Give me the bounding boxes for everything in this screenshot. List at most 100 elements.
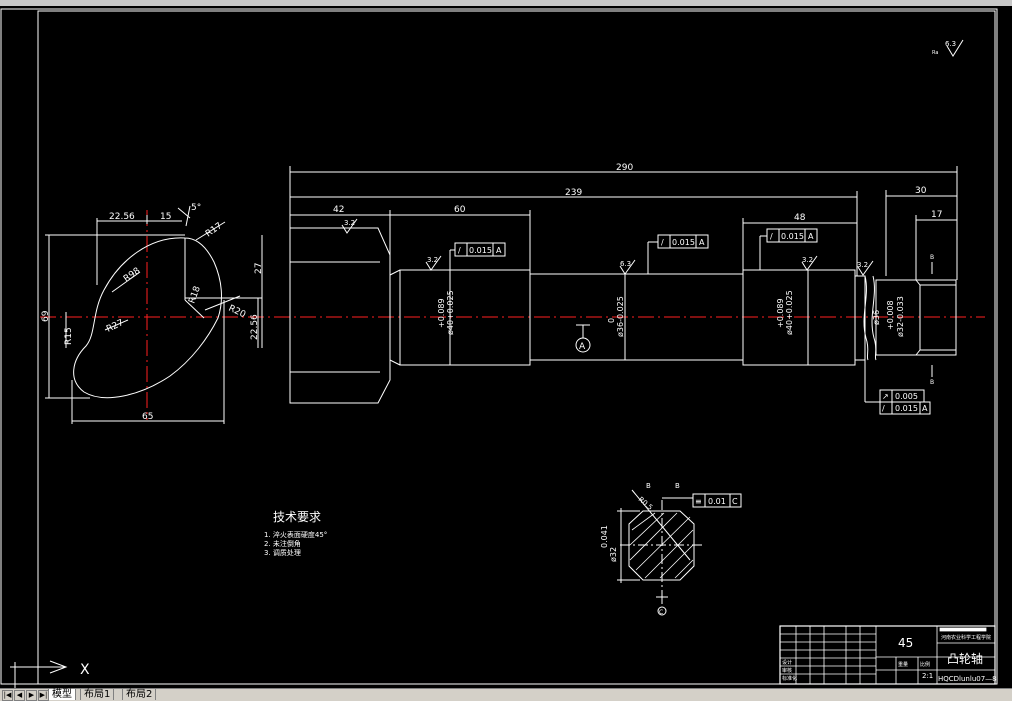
svg-text:A: A <box>579 342 586 352</box>
title-scale: 2:1 <box>922 672 933 680</box>
cam-dim-22-56-right: 22.56 <box>250 314 260 340</box>
tolerance-frame-1: / 0.015 A <box>449 242 506 270</box>
svg-text:0.015: 0.015 <box>469 246 492 255</box>
dia-left-journal-tol: +0.089 <box>437 298 446 328</box>
dia-left-journal: ø40+0.025 <box>446 290 455 335</box>
tab-model[interactable]: 模型 <box>48 689 76 700</box>
svg-text:/: / <box>661 238 664 247</box>
cam-dim-15: 15 <box>160 212 171 222</box>
tab-layout1[interactable]: 布局1 <box>80 689 115 700</box>
title-material: 45 <box>898 636 913 650</box>
title-part-name: 凸轮轴 <box>947 651 983 666</box>
cam-dim-r27: R27 <box>105 318 125 335</box>
tech-req-item: 3. 调质处理 <box>264 548 301 557</box>
svg-text:A: A <box>699 238 705 247</box>
cam-dim-angle-5: 5° <box>191 203 201 213</box>
tab-nav-first[interactable]: |◀ <box>2 690 13 701</box>
outer-frame <box>0 8 998 685</box>
cam-dim-r20: R20 <box>227 304 248 321</box>
title-block: 河南农业科学工程学院 45 凸轮轴 HQCDlunlu07—8 2:1 重量 比… <box>779 625 997 685</box>
svg-text:≡: ≡ <box>695 497 702 506</box>
svg-text:6.3: 6.3 <box>620 260 631 268</box>
svg-text:A: A <box>496 246 502 255</box>
tech-requirements: 技术要求 1. 淬火表面硬度45° 2. 未注倒角 3. 调质处理 <box>264 510 327 557</box>
section-label-b-top: B <box>930 254 934 261</box>
svg-text:6.3: 6.3 <box>945 40 956 48</box>
tech-req-item: 1. 淬火表面硬度45° <box>264 530 327 539</box>
dia-right-journal-tol: +0.089 <box>776 298 785 328</box>
shaft-front-view: B B 290 239 30 17 42 60 48 3.2 3.2 6.3 3… <box>289 39 964 415</box>
svg-text:0.015: 0.015 <box>672 238 695 247</box>
cam-view: 22.56 15 5° R17 R98 R27 R20 R18 R15 69 2… <box>41 203 264 424</box>
svg-text:3.2: 3.2 <box>802 256 813 264</box>
dim-290: 290 <box>616 163 633 173</box>
vertical-scrollbar[interactable] <box>998 6 1012 688</box>
roughness-symbol: 3.2 <box>857 260 874 276</box>
cam-dim-22-56-top: 22.56 <box>109 212 135 222</box>
dia-right-journal: ø40+0.025 <box>785 290 794 335</box>
dia-end: ø32-0.033 <box>896 296 905 337</box>
cam-dim-r18: R18 <box>187 285 203 305</box>
title-row-review: 审核 <box>782 667 792 674</box>
layout-tab-bar: |◀ ◀ ▶ ▶| 模型 布局1 布局2 <box>0 688 1012 701</box>
svg-text:3.2: 3.2 <box>344 219 355 227</box>
svg-text:A: A <box>922 404 928 413</box>
cam-dim-r15: R15 <box>64 327 74 345</box>
roughness-symbol: 3.2 <box>425 255 442 271</box>
dia-shoulder: ø36 <box>872 310 881 325</box>
roughness-symbol: 6.3 <box>619 259 636 275</box>
tolerance-frame-4: ↗ 0.005 / 0.015 A <box>864 360 931 415</box>
tech-req-item: 2. 未注倒角 <box>264 539 301 548</box>
title-company: 河南农业科学工程学院 <box>941 634 991 641</box>
svg-text:0.015: 0.015 <box>781 232 804 241</box>
datum-a: A <box>575 324 591 353</box>
svg-text:A: A <box>808 232 814 241</box>
cam-dim-69: 69 <box>41 310 51 322</box>
section-r-label: R0.5 <box>637 495 654 511</box>
svg-text:3.2: 3.2 <box>857 261 868 269</box>
tab-nav-next[interactable]: ▶ <box>26 690 37 701</box>
tab-layout2[interactable]: 布局2 <box>122 689 157 700</box>
dim-30: 30 <box>915 186 927 196</box>
cam-dim-27: 27 <box>254 263 264 274</box>
section-datum: C <box>659 609 663 616</box>
tech-req-title: 技术要求 <box>273 510 321 524</box>
dia-end-tol: +0.008 <box>886 300 895 330</box>
section-dia-tol: 0.041 <box>600 525 609 548</box>
dim-239: 239 <box>565 188 582 198</box>
dim-42: 42 <box>333 205 344 215</box>
roughness-symbol: 3.2 <box>801 255 818 271</box>
cam-dim-65: 65 <box>142 412 153 422</box>
section-label-b-bottom: B <box>930 379 934 386</box>
dia-mid: ø36-0.025 <box>616 296 625 337</box>
svg-text:/: / <box>458 246 461 255</box>
svg-text:X: X <box>80 662 90 678</box>
svg-text:/: / <box>770 232 773 241</box>
section-label-b1: B <box>646 482 651 490</box>
dim-17: 17 <box>931 210 942 220</box>
svg-text:3.2: 3.2 <box>427 256 438 264</box>
cad-drawing-canvas[interactable]: 22.56 15 5° R17 R98 R27 R20 R18 R15 69 2… <box>0 6 1012 688</box>
dim-48: 48 <box>794 213 806 223</box>
section-tol-ref: C <box>732 497 738 506</box>
section-tol: 0.01 <box>708 497 726 506</box>
dim-60: 60 <box>454 205 466 215</box>
section-label-b2: B <box>675 482 680 490</box>
tolerance-frame-2: / 0.015 A <box>647 234 709 274</box>
svg-text:0.005: 0.005 <box>895 392 918 401</box>
cam-dim-r98: R98 <box>122 266 142 285</box>
title-drawing-no: HQCDlunlu07—8 <box>938 675 997 683</box>
title-row-std: 标准化 <box>782 675 797 682</box>
inner-frame <box>37 10 996 685</box>
svg-text:Ra: Ra <box>932 50 938 56</box>
svg-text:↗: ↗ <box>882 392 889 401</box>
title-row-design: 设计 <box>782 659 792 666</box>
title-scale-label: 比例 <box>920 661 930 668</box>
svg-text:0.015: 0.015 <box>895 404 918 413</box>
section-dia: ø32 <box>609 547 618 562</box>
section-view: B B R0.5 ≡ 0.01 C 0.041 ø32 C <box>600 482 742 616</box>
tab-nav-prev[interactable]: ◀ <box>14 690 25 701</box>
dia-mid-tol: 0 <box>607 318 616 323</box>
title-weight-label: 重量 <box>898 661 908 668</box>
roughness-symbol-corner: 6.3 Ra <box>932 39 964 57</box>
